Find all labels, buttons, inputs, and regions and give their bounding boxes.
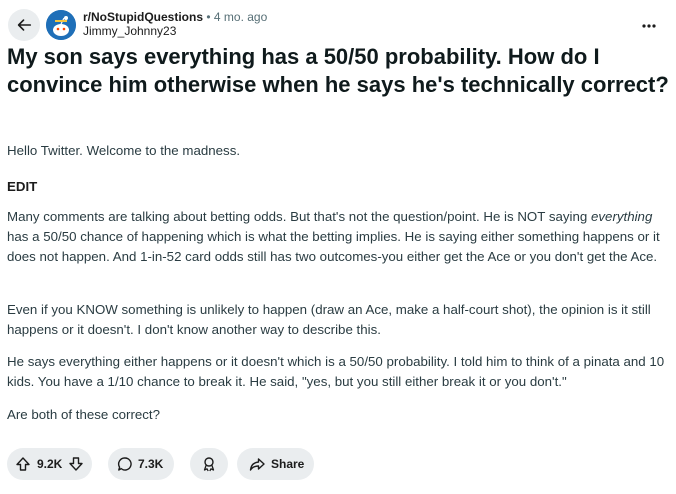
snoo-icon	[46, 10, 76, 40]
post-paragraph: Many comments are talking about betting …	[7, 209, 660, 264]
post-header: r/NoStupidQuestions • 4 mo. ago Jimmy_Jo…	[7, 8, 669, 42]
speech-bubble-icon	[117, 456, 133, 472]
post-paragraph: He says everything either happens or it …	[7, 354, 665, 389]
comment-count: 7.3K	[138, 457, 164, 471]
post-age: 4 mo. ago	[213, 10, 268, 24]
more-options-button[interactable]	[637, 14, 661, 38]
post-paragraph: Even if you KNOW something is unlikely t…	[7, 302, 651, 337]
subreddit-link[interactable]: r/NoStupidQuestions	[83, 10, 203, 24]
author-link[interactable]: Jimmy_Johnny23	[83, 24, 267, 38]
emphasis-text: everything	[591, 209, 653, 224]
vote-count: 9.2K	[37, 457, 63, 471]
post-meta: r/NoStupidQuestions • 4 mo. ago Jimmy_Jo…	[83, 10, 267, 38]
ellipsis-icon	[641, 23, 657, 29]
subreddit-avatar[interactable]	[46, 10, 76, 40]
award-button[interactable]	[190, 448, 228, 480]
award-icon	[201, 456, 217, 472]
share-arrow-icon	[249, 456, 265, 472]
post-paragraph: Hello Twitter. Welcome to the madness.	[7, 143, 241, 158]
post-title: My son says everything has a 50/50 proba…	[7, 44, 669, 97]
arrow-down-icon[interactable]	[68, 456, 84, 472]
arrow-up-icon[interactable]	[15, 456, 31, 472]
comments-button[interactable]: 7.3K	[108, 448, 174, 480]
vote-control: 9.2K	[7, 448, 92, 480]
share-label: Share	[271, 457, 305, 471]
edit-heading: EDIT	[7, 179, 38, 194]
meta-separator: •	[206, 10, 211, 24]
arrow-left-icon	[15, 16, 33, 34]
back-button[interactable]	[8, 9, 40, 41]
post-paragraph: Are both of these correct?	[7, 407, 160, 422]
share-button[interactable]: Share	[237, 448, 314, 480]
